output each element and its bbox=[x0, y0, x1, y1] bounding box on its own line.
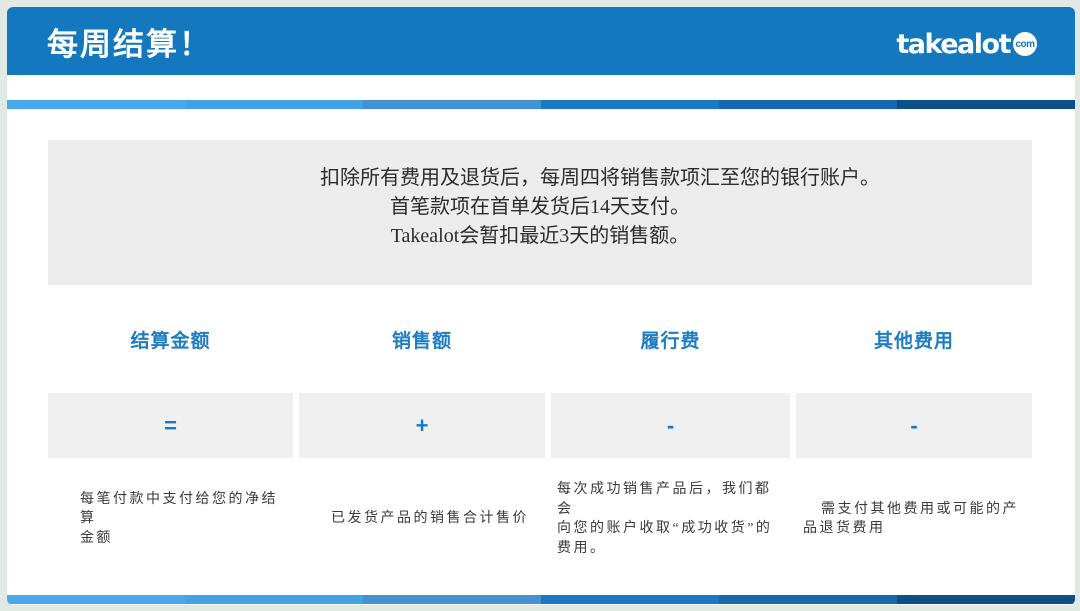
symbol-cell: = bbox=[48, 393, 293, 458]
column-header-sales: 销售额 bbox=[391, 331, 452, 352]
plus-symbol: + bbox=[415, 412, 429, 438]
minus-symbol: - bbox=[666, 412, 675, 438]
stripe-segment bbox=[363, 100, 541, 109]
symbol-cell: + bbox=[299, 393, 545, 458]
symbol-cell: - bbox=[796, 393, 1032, 458]
header-bar: 每周结算！ takealot com bbox=[7, 7, 1075, 75]
description-settlement: 每笔付款中支付给您的净结算 金额 bbox=[80, 491, 278, 546]
logo-wordmark: takealot bbox=[896, 28, 1011, 60]
stripe-segment bbox=[185, 100, 363, 109]
takealot-logo: takealot com bbox=[896, 29, 1037, 60]
intro-line: 首笔款项在首单发货后14天支付。 bbox=[390, 196, 690, 218]
stripe-segment bbox=[541, 100, 719, 109]
description-other-fees: 需支付其他费用或可能的产 品退货费用 bbox=[803, 501, 1019, 537]
logo-com-badge: com bbox=[1013, 32, 1037, 56]
stripe-segment bbox=[897, 100, 1075, 109]
stripe-segment bbox=[363, 595, 541, 604]
slide: 每周结算！ takealot com 扣除所有费用及退货后，每周四将销售款项汇至… bbox=[7, 7, 1075, 605]
stripe-segment bbox=[719, 595, 897, 604]
symbol-cell: - bbox=[551, 393, 790, 458]
stripe-segment bbox=[7, 595, 185, 604]
stripe-segment bbox=[7, 100, 185, 109]
intro-line: Takealot会暂扣最近3天的销售额。 bbox=[390, 225, 690, 247]
stripe-bar-top bbox=[7, 100, 1075, 109]
symbol-row: = + - - bbox=[48, 393, 1032, 458]
description-sales: 已发货产品的销售合计售价 bbox=[331, 511, 529, 527]
stripe-segment bbox=[719, 100, 897, 109]
column-header-fulfilment: 履行费 bbox=[640, 331, 701, 352]
logo-tld-label: com bbox=[1015, 38, 1035, 50]
stripe-segment bbox=[185, 595, 363, 604]
intro-box: 扣除所有费用及退货后，每周四将销售款项汇至您的银行账户。 首笔款项在首单发货后1… bbox=[48, 140, 1032, 285]
equals-symbol: = bbox=[164, 412, 177, 438]
stripe-bar-bottom bbox=[7, 595, 1075, 604]
stripe-segment bbox=[897, 595, 1075, 604]
column-header-settlement: 结算金额 bbox=[130, 331, 211, 352]
description-fulfilment: 每次成功销售产品后，我们都会 向您的账户收取“成功收货”的 费用。 bbox=[557, 482, 773, 556]
description-row: 每笔付款中支付给您的净结算 金额 已发货产品的销售合计售价 每次成功销售产品后，… bbox=[48, 480, 1032, 556]
page-title: 每周结算！ bbox=[47, 26, 212, 62]
stripe-segment bbox=[541, 595, 719, 604]
minus-symbol: - bbox=[910, 412, 918, 438]
column-header-row: 结算金额 销售额 履行费 其他费用 bbox=[48, 326, 1032, 353]
intro-line: 扣除所有费用及退货后，每周四将销售款项汇至您的银行账户。 bbox=[320, 167, 880, 189]
column-header-other-fees: 其他费用 bbox=[873, 331, 954, 352]
